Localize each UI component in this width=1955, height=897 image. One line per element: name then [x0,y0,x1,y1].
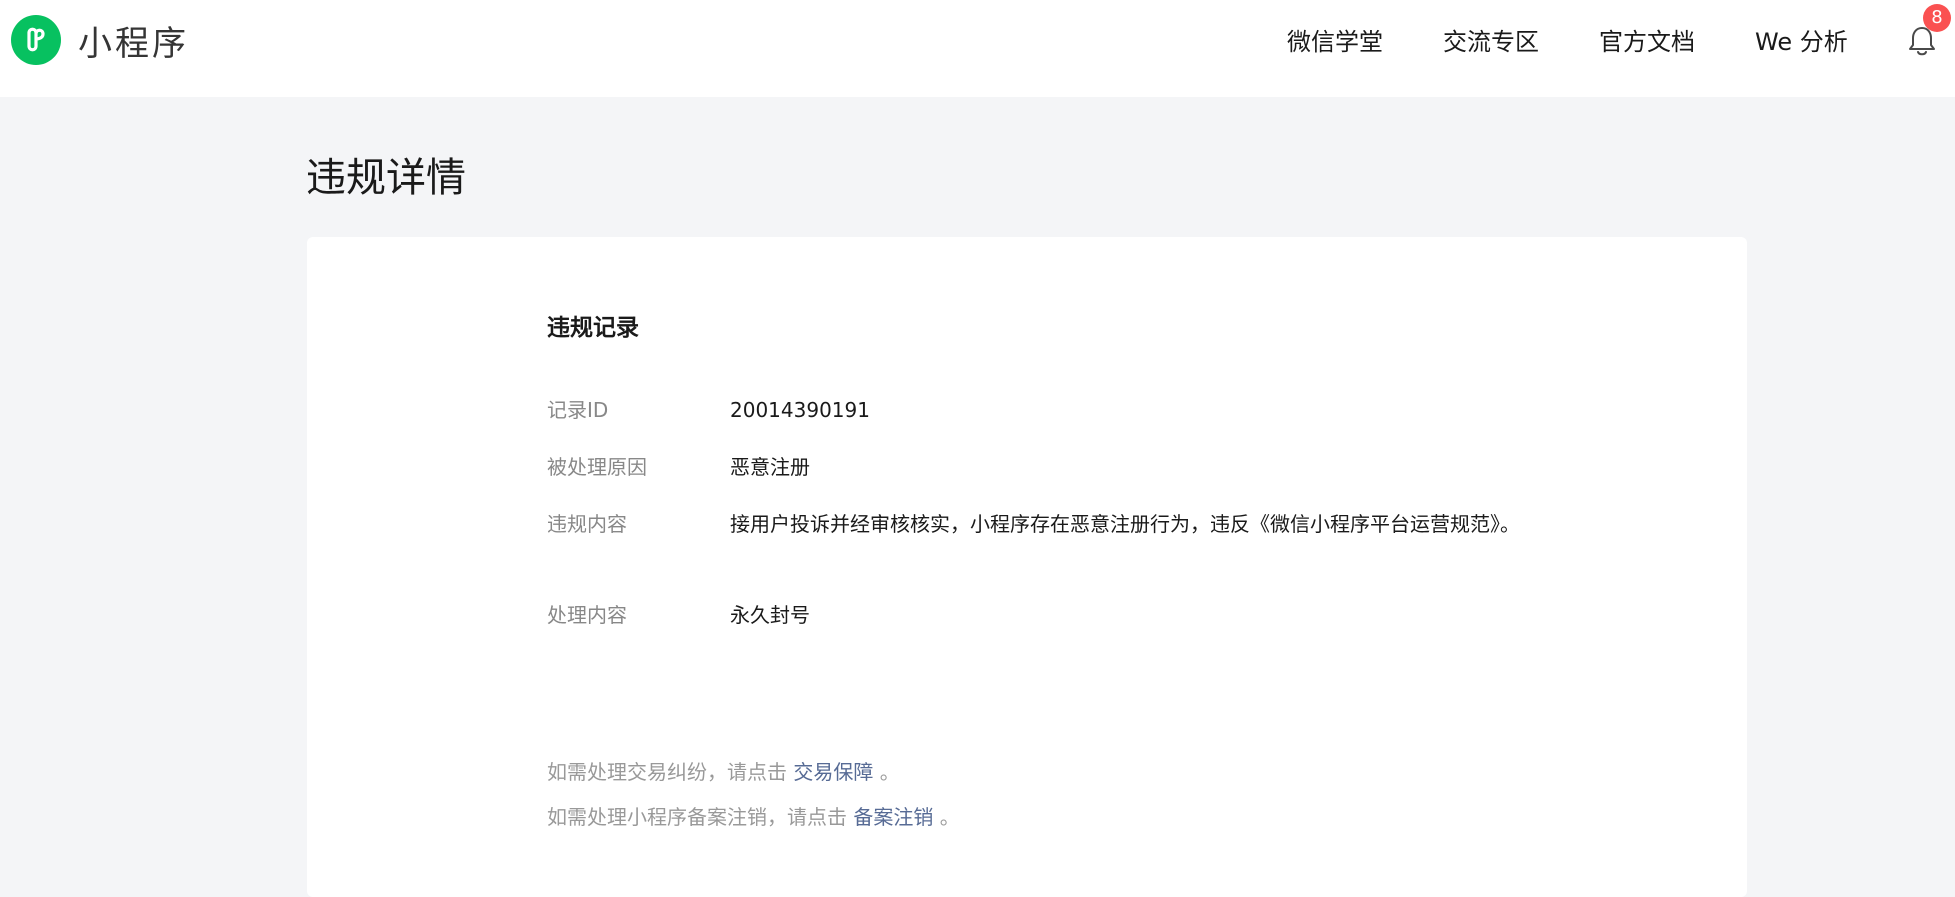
trade-dispute-note-text: 如需处理交易纠纷，请点击 [547,760,794,784]
reason-value: 恶意注册 [730,455,810,479]
record-id-value: 20014390191 [730,398,870,422]
filing-cancel-note-text: 如需处理小程序备案注销，请点击 [547,805,854,829]
trade-dispute-note-suffix: 。 [873,760,900,784]
record-id-label: 记录ID [547,398,609,422]
logo[interactable]: 小程序 [11,15,189,65]
notification-badge: 8 [1923,4,1951,32]
trade-dispute-note: 如需处理交易纠纷，请点击 交易保障 。 [547,756,900,788]
filing-cancel-note: 如需处理小程序备案注销，请点击 备案注销 。 [547,801,960,833]
violation-card: 违规记录 记录ID 20014390191 被处理原因 恶意注册 违规内容 接用… [307,237,1747,897]
miniprogram-logo-icon [11,15,61,65]
filing-cancel-link[interactable]: 备案注销 [853,805,933,829]
filing-cancel-note-suffix: 。 [933,805,960,829]
section-title: 违规记录 [547,315,639,341]
violation-content-value: 接用户投诉并经审核核实，小程序存在恶意注册行为，违反《微信小程序平台运营规范》。 [730,512,1520,536]
logo-text: 小程序 [78,23,189,64]
action-label: 处理内容 [547,603,627,627]
violation-content-label: 违规内容 [547,512,627,536]
top-bar: 小程序 微信学堂 交流专区 官方文档 We 分析 8 [0,0,1955,97]
action-value: 永久封号 [730,603,810,627]
nav-we-analysis[interactable]: We 分析 [1755,22,1848,62]
nav-community[interactable]: 交流专区 [1443,22,1539,62]
nav-official-docs[interactable]: 官方文档 [1599,22,1695,62]
nav-weixin-school[interactable]: 微信学堂 [1287,22,1383,62]
reason-label: 被处理原因 [547,455,647,479]
page-title: 违规详情 [306,155,466,201]
trade-protection-link[interactable]: 交易保障 [793,760,873,784]
